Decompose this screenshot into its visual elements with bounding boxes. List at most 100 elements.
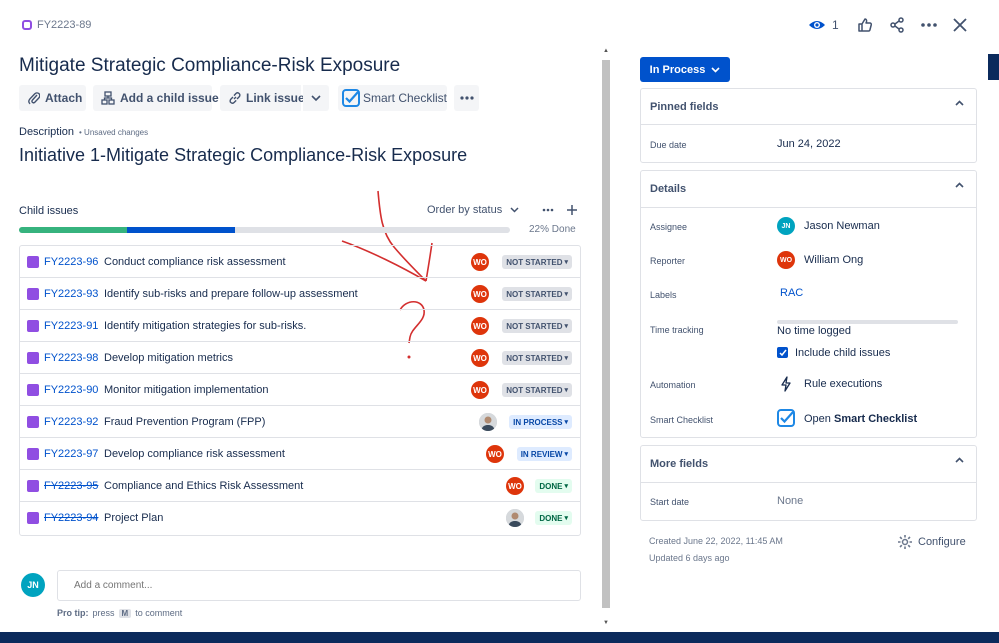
child-issue-row[interactable]: FY2223-97 Develop compliance risk assessm… — [20, 438, 580, 470]
status-lozenge[interactable]: DONE ▾ — [535, 511, 572, 525]
chevron-down-icon: ▾ — [564, 515, 568, 522]
child-issue-key[interactable]: FY2223-91 — [44, 320, 98, 332]
due-date-label: Due date — [650, 140, 687, 150]
child-issue-key[interactable]: FY2223-95 — [44, 480, 98, 492]
description-heading[interactable]: Initiative 1-Mitigate Strategic Complian… — [19, 145, 467, 166]
status-label: NOT STARTED — [506, 321, 563, 331]
close-icon[interactable] — [953, 18, 967, 32]
issue-breadcrumb[interactable]: FY2223-89 — [22, 19, 91, 31]
status-lozenge[interactable]: DONE ▾ — [535, 479, 572, 493]
thumbs-up-icon[interactable] — [857, 17, 873, 33]
child-issue-summary[interactable]: Conduct compliance risk assessment — [104, 256, 286, 268]
scroll-up-arrow[interactable]: ▲ — [603, 48, 609, 54]
background-page-bottom — [0, 632, 999, 643]
pinned-fields-panel: Pinned fields — [640, 88, 977, 163]
child-issue-row[interactable]: FY2223-98 Develop mitigation metrics WO NOT… — [20, 342, 580, 374]
add-child-issue-button[interactable]: Add a child issue — [93, 85, 219, 111]
label-tag[interactable]: RAC — [777, 286, 806, 300]
assignee-avatar: WO — [471, 317, 489, 335]
status-lozenge[interactable]: NOT STARTED ▾ — [502, 287, 572, 301]
status-lozenge[interactable]: NOT STARTED ▾ — [502, 255, 572, 269]
more-fields-header[interactable]: More fields — [641, 446, 976, 483]
child-issue-row[interactable]: FY2223-93 Identify sub-risks and prepare … — [20, 278, 580, 310]
more-actions-button[interactable] — [454, 85, 479, 111]
child-issue-summary[interactable]: Fraud Prevention Program (FPP) — [104, 416, 265, 428]
child-issue-summary[interactable]: Project Plan — [104, 512, 163, 524]
child-issue-row[interactable]: FY2223-94 Project Plan DONE ▾ — [20, 502, 580, 534]
child-issue-key[interactable]: FY2223-93 — [44, 288, 98, 300]
status-lozenge[interactable]: IN PROCESS ▾ — [509, 415, 572, 429]
child-issue-row[interactable]: FY2223-91 Identify mitigation strategies … — [20, 310, 580, 342]
watch-button[interactable]: 1 — [808, 17, 839, 33]
story-icon — [27, 480, 39, 492]
assignee-label: Assignee — [650, 222, 688, 232]
chevron-down-icon: ▾ — [564, 483, 568, 490]
left-panel-scrollbar[interactable]: ▲ ▼ — [601, 48, 611, 632]
status-lozenge[interactable]: NOT STARTED ▾ — [502, 383, 572, 397]
due-date-value[interactable]: Jun 24, 2022 — [777, 138, 841, 150]
share-icon[interactable] — [889, 17, 905, 33]
pinned-fields-header[interactable]: Pinned fields — [641, 89, 976, 125]
child-issue-summary[interactable]: Develop compliance risk assessment — [104, 448, 285, 460]
scroll-thumb[interactable] — [602, 60, 610, 608]
chevron-down-icon: ▾ — [564, 419, 568, 426]
automation-value[interactable]: Rule executions — [804, 378, 882, 390]
child-issue-summary[interactable]: Identify mitigation strategies for sub-r… — [104, 320, 306, 332]
attach-button[interactable]: Attach — [19, 85, 86, 111]
child-issue-summary[interactable]: Compliance and Ethics Risk Assessment — [104, 480, 303, 492]
status-lozenge[interactable]: NOT STARTED ▾ — [502, 319, 572, 333]
child-issue-key[interactable]: FY2223-97 — [44, 448, 98, 460]
include-child-checkbox[interactable] — [777, 347, 788, 358]
unsaved-changes-badge: • Unsaved changes — [79, 128, 149, 137]
start-date-value[interactable]: None — [777, 495, 803, 507]
child-issue-key[interactable]: FY2223-94 — [44, 512, 98, 524]
child-issue-row[interactable]: FY2223-92 Fraud Prevention Program (FPP) I… — [20, 406, 580, 438]
chevron-up-icon[interactable] — [955, 457, 964, 463]
child-issues-more-icon[interactable] — [542, 208, 554, 212]
pro-tip-press: press — [92, 608, 115, 618]
link-issue-button[interactable]: Link issue — [220, 85, 305, 111]
lightning-icon — [780, 376, 792, 392]
open-smart-checklist-link[interactable]: Open Smart Checklist — [804, 413, 917, 425]
child-issue-summary[interactable]: Identify sub-risks and prepare follow-up… — [104, 288, 358, 300]
assignee-value[interactable]: Jason Newman — [804, 220, 880, 232]
add-child-issue-label: Add a child issue — [120, 91, 219, 105]
chevron-up-icon[interactable] — [955, 100, 964, 106]
link-issue-dropdown[interactable] — [303, 85, 329, 111]
smart-checklist-button[interactable]: Smart Checklist — [338, 85, 447, 111]
status-label: IN REVIEW — [520, 449, 563, 459]
add-child-icon[interactable] — [566, 204, 578, 216]
checkmark-icon — [778, 349, 787, 357]
chevron-down-icon — [711, 66, 720, 73]
child-issue-key[interactable]: FY2223-98 — [44, 352, 98, 364]
status-button[interactable]: In Process — [640, 57, 730, 82]
link-issue-label: Link issue — [246, 91, 305, 105]
more-icon — [459, 95, 474, 101]
more-options-icon[interactable] — [920, 17, 938, 33]
child-issue-summary[interactable]: Monitor mitigation implementation — [104, 384, 268, 396]
scroll-down-arrow[interactable]: ▼ — [603, 620, 609, 626]
child-issue-row[interactable]: FY2223-90 Monitor mitigation implementati… — [20, 374, 580, 406]
progress-done-segment — [19, 227, 128, 233]
child-issue-row[interactable]: FY2223-96 Conduct compliance risk assessm… — [20, 246, 580, 278]
issue-title[interactable]: Mitigate Strategic Compliance-Risk Expos… — [19, 55, 400, 77]
checklist-icon — [342, 89, 360, 107]
story-icon — [27, 416, 39, 428]
comment-input[interactable] — [57, 570, 581, 601]
child-issue-key[interactable]: FY2223-96 — [44, 256, 98, 268]
details-header[interactable]: Details — [641, 171, 976, 208]
status-lozenge[interactable]: IN REVIEW ▾ — [516, 447, 572, 461]
child-issue-summary[interactable]: Develop mitigation metrics — [104, 352, 233, 364]
order-by-dropdown[interactable]: Order by status — [427, 204, 519, 216]
issue-key[interactable]: FY2223-89 — [37, 19, 91, 31]
child-issue-row[interactable]: FY2223-95 Compliance and Ethics Risk Asse… — [20, 470, 580, 502]
time-tracking-value[interactable]: No time logged — [777, 325, 851, 337]
child-issue-key[interactable]: FY2223-90 — [44, 384, 98, 396]
child-issue-key[interactable]: FY2223-92 — [44, 416, 98, 428]
configure-button[interactable]: Configure — [897, 534, 966, 550]
chevron-down-icon: ▾ — [564, 387, 568, 394]
status-lozenge[interactable]: NOT STARTED ▾ — [502, 351, 572, 365]
created-timestamp: Created June 22, 2022, 11:45 AM — [649, 536, 783, 546]
reporter-value[interactable]: William Ong — [804, 254, 863, 266]
chevron-up-icon[interactable] — [955, 182, 964, 188]
